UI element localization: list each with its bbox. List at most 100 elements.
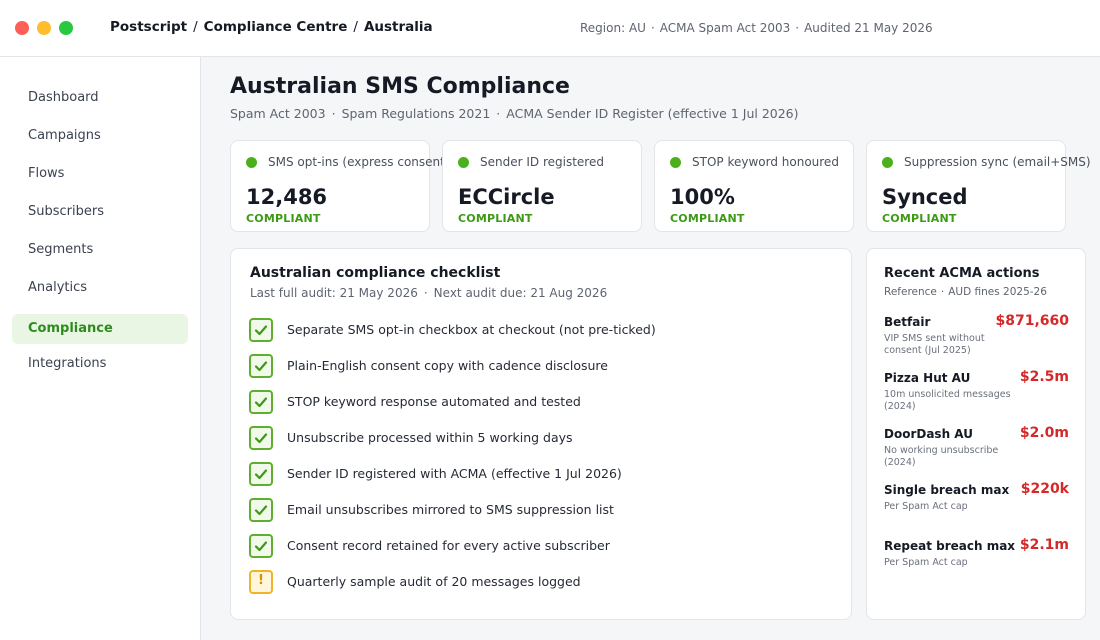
check-icon[interactable]	[249, 390, 273, 414]
meta-separator: ·	[650, 21, 655, 35]
fine-amount: $871,660	[995, 313, 1069, 329]
fine-amount: $2.0m	[1019, 425, 1069, 441]
breadcrumb-item-australia: Australia	[363, 19, 433, 35]
check-icon[interactable]	[249, 426, 273, 450]
check-icon[interactable]	[249, 318, 273, 342]
stat-value: Synced	[882, 185, 968, 209]
actions-separator: ·	[940, 286, 945, 298]
status-dot-icon	[882, 157, 893, 168]
stat-label: Suppression sync (email+SMS)	[904, 155, 1091, 169]
checklist-item: STOP keyword response automated and test…	[249, 390, 839, 414]
stat-value: ECCircle	[458, 185, 555, 209]
stat-label: STOP keyword honoured	[692, 155, 839, 169]
status-dot-icon	[458, 157, 469, 168]
checklist-item-label: Consent record retained for every active…	[287, 538, 610, 553]
warning-icon[interactable]: !	[249, 570, 273, 594]
checklist-title: Australian compliance checklist	[250, 265, 501, 281]
status-badge: COMPLIANT	[458, 212, 533, 225]
action-name: DoorDash AU	[884, 427, 973, 441]
compliance-checklist-panel: Australian compliance checklist Last ful…	[230, 248, 852, 620]
sidebar-item-compliance[interactable]: Compliance	[12, 314, 188, 344]
actions-title: Recent ACMA actions	[884, 266, 1040, 281]
subtitle-item: Spam Regulations 2021	[341, 106, 491, 121]
action-name: Pizza Hut AU	[884, 371, 971, 385]
checklist-item-label: STOP keyword response automated and test…	[287, 394, 581, 409]
audit-meta: Region: AU · ACMA Spam Act 2003 · Audited 21…	[580, 21, 933, 35]
sidebar-item-dashboard[interactable]: Dashboard	[12, 83, 188, 113]
checklist-item-label: Email unsubscribes mirrored to SMS suppr…	[287, 502, 614, 517]
action-description: Per Spam Act cap	[884, 501, 968, 512]
region-label: Region: AU	[580, 21, 646, 35]
stat-card-stop-keyword: STOP keyword honoured 100% COMPLIANT	[654, 140, 854, 232]
sidebar-item-integrations[interactable]: Integrations	[12, 349, 188, 379]
status-badge: COMPLIANT	[246, 212, 321, 225]
sidebar-item-segments[interactable]: Segments	[12, 235, 188, 265]
last-audit-label: Last full audit: 21 May 2026	[250, 286, 418, 300]
page-title: Australian SMS Compliance	[230, 74, 570, 99]
action-description: 10m unsolicited messages (2024)	[884, 389, 1011, 412]
status-dot-icon	[246, 157, 257, 168]
check-icon[interactable]	[249, 498, 273, 522]
minimize-window-button[interactable]	[37, 21, 51, 35]
sidebar-item-analytics[interactable]: Analytics	[12, 273, 188, 303]
checklist-item-label: Quarterly sample audit of 20 messages lo…	[287, 574, 581, 589]
action-description: No working unsubscribe (2024)	[884, 445, 999, 468]
fine-amount: $2.5m	[1019, 369, 1069, 385]
meta-separator: ·	[795, 21, 800, 35]
stat-card-sender-id: Sender ID registered ECCircle COMPLIANT	[442, 140, 642, 232]
check-icon[interactable]	[249, 354, 273, 378]
action-name: Single breach max	[884, 483, 1010, 497]
checklist-item: Unsubscribe processed within 5 working d…	[249, 426, 839, 450]
action-name: Repeat breach max	[884, 539, 1016, 553]
audit-separator: ·	[423, 286, 428, 300]
checklist-item: ! Quarterly sample audit of 20 messages …	[249, 570, 839, 594]
checklist-item-label: Sender ID registered with ACMA (effectiv…	[287, 466, 622, 481]
stat-value: 100%	[670, 185, 735, 209]
checklist-item: Plain-English consent copy with cadence …	[249, 354, 839, 378]
maximize-window-button[interactable]	[59, 21, 73, 35]
breadcrumb-separator: /	[193, 19, 198, 35]
warning-glyph: !	[258, 573, 264, 588]
sidebar-item-campaigns[interactable]: Campaigns	[12, 121, 188, 151]
actions-subtitle: Reference · AUD fines 2025-26	[884, 286, 1047, 298]
stat-card-sms-opt-ins: SMS opt-ins (express consent) 12,486 COM…	[230, 140, 450, 232]
page-subtitle: Spam Act 2003 · Spam Regulations 2021 · ACMA…	[230, 106, 799, 121]
stat-value: 12,486	[246, 185, 328, 209]
status-dot-icon	[670, 157, 681, 168]
audited-label: Audited 21 May 2026	[804, 21, 933, 35]
actions-sub-item: Reference	[884, 286, 937, 298]
subtitle-item: ACMA Sender ID Register (effective 1 Jul…	[506, 106, 799, 121]
checklist-item: Separate SMS opt-in checkbox at checkout…	[249, 318, 839, 342]
sidebar: Dashboard Campaigns Flows Subscribers Se…	[0, 57, 201, 640]
action-name: Betfair	[884, 315, 931, 329]
actions-sub-item: AUD fines 2025-26	[948, 286, 1047, 298]
sidebar-item-subscribers[interactable]: Subscribers	[12, 197, 188, 227]
subtitle-separator: ·	[331, 106, 336, 121]
checklist-item: Consent record retained for every active…	[249, 534, 839, 558]
fine-amount: $220k	[1020, 481, 1069, 497]
breadcrumb: Postscript / Compliance Centre / Australia	[110, 19, 433, 39]
action-description: VIP SMS sent without consent (Jul 2025)	[884, 333, 985, 356]
breadcrumb-item-compliance-centre[interactable]: Compliance Centre	[204, 19, 348, 35]
checklist-item: Email unsubscribes mirrored to SMS suppr…	[249, 498, 839, 522]
checklist-item-label: Plain-English consent copy with cadence …	[287, 358, 608, 373]
stat-card-suppression-sync: Suppression sync (email+SMS) Synced COMP…	[866, 140, 1091, 232]
check-icon[interactable]	[249, 462, 273, 486]
check-icon[interactable]	[249, 534, 273, 558]
act-label: ACMA Spam Act 2003	[659, 21, 791, 35]
close-window-button[interactable]	[15, 21, 29, 35]
status-badge: COMPLIANT	[882, 212, 957, 225]
subtitle-item: Spam Act 2003	[230, 106, 326, 121]
stat-label: Sender ID registered	[480, 155, 604, 169]
checklist-audit-dates: Last full audit: 21 May 2026 · Next audit …	[250, 286, 607, 300]
next-audit-label: Next audit due: 21 Aug 2026	[433, 286, 608, 300]
checklist-item-label: Unsubscribe processed within 5 working d…	[287, 430, 573, 445]
stat-label: SMS opt-ins (express consent)	[268, 155, 450, 169]
checklist-item: Sender ID registered with ACMA (effectiv…	[249, 462, 839, 486]
status-badge: COMPLIANT	[670, 212, 745, 225]
breadcrumb-item-postscript[interactable]: Postscript	[110, 19, 187, 35]
action-description: Per Spam Act cap	[884, 557, 968, 568]
sidebar-item-flows[interactable]: Flows	[12, 159, 188, 189]
breadcrumb-separator: /	[353, 19, 358, 35]
fine-amount: $2.1m	[1019, 537, 1069, 553]
